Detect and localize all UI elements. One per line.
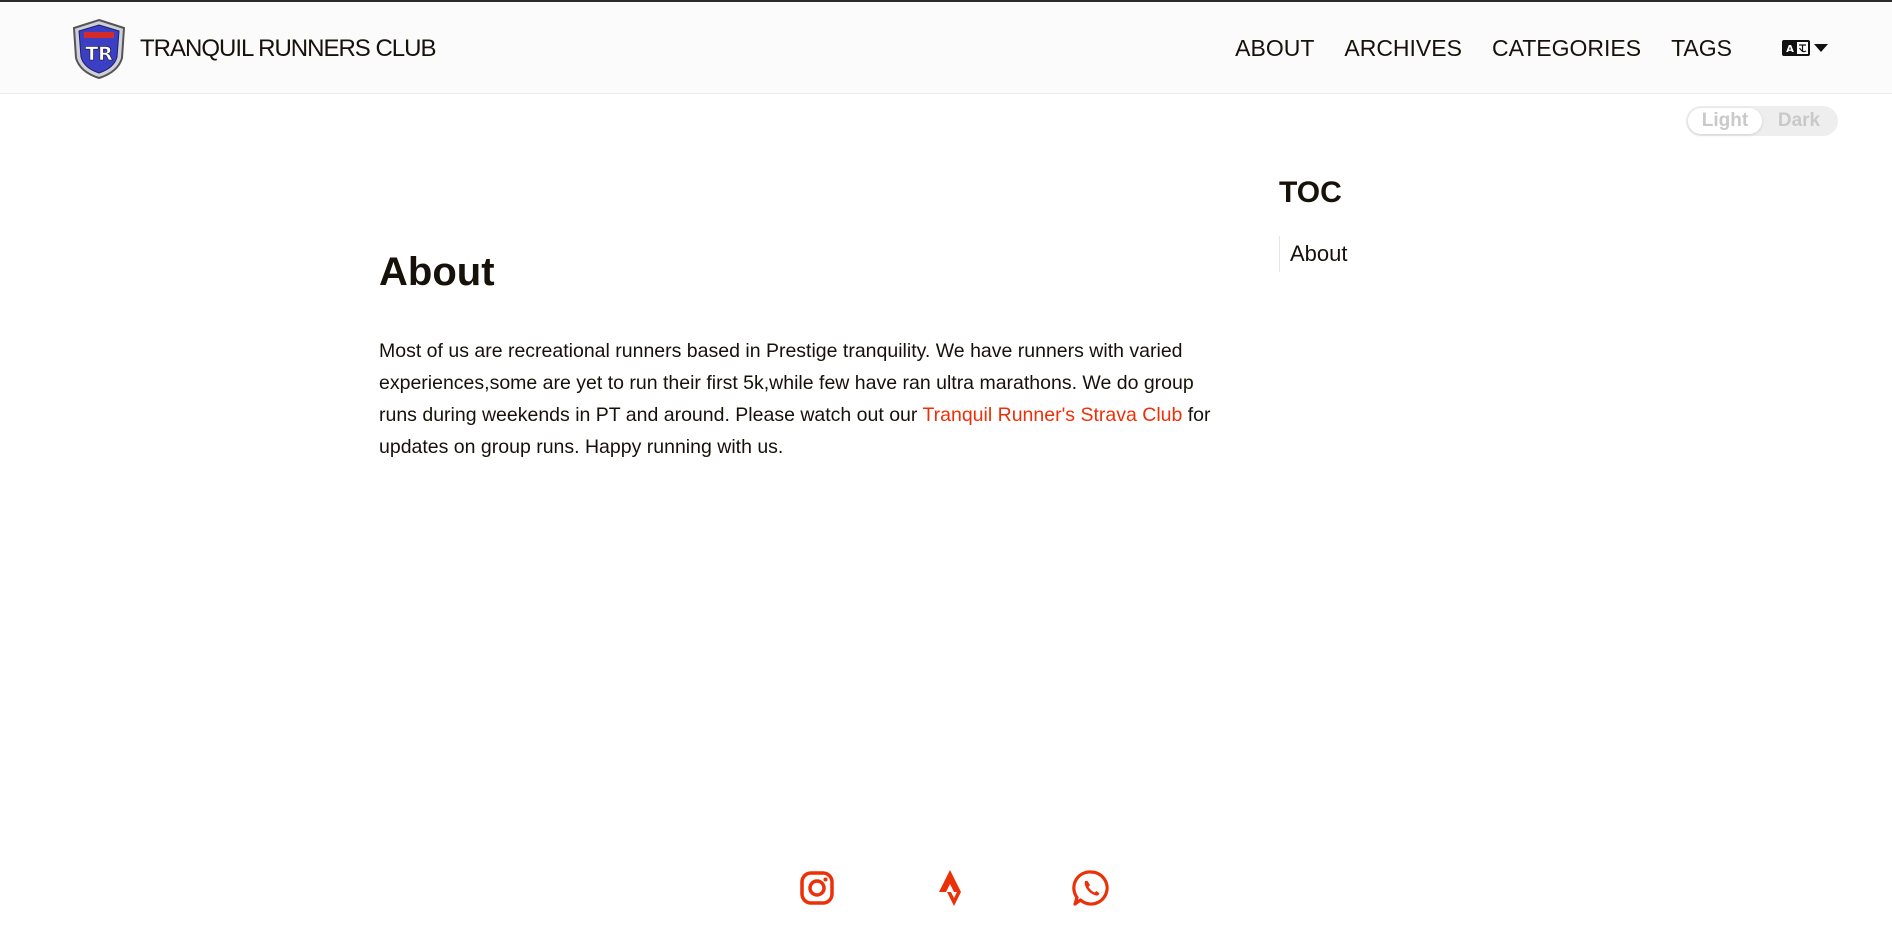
strava-club-link[interactable]: Tranquil Runner's Strava Club [922,404,1182,426]
strava-link[interactable] [933,868,973,908]
instagram-icon [800,871,834,905]
whatsapp-icon [1072,870,1109,906]
nav-archives[interactable]: ARCHIVES [1344,35,1462,62]
nav-about[interactable]: ABOUT [1235,35,1314,62]
nav-categories[interactable]: CATEGORIES [1492,35,1641,62]
main-nav: ABOUT ARCHIVES CATEGORIES TAGS A [1235,2,1892,94]
about-paragraph: Most of us are recreational runners base… [379,335,1229,463]
logo-letters: TR [85,43,113,65]
page-title: About [379,250,495,294]
instagram-link[interactable] [797,868,837,908]
theme-toggle[interactable]: Light Dark [1686,106,1838,136]
svg-text:A: A [1786,44,1794,55]
chevron-down-icon [1814,44,1828,52]
nav-tags[interactable]: TAGS [1671,35,1732,62]
site-title: TRANQUIL RUNNERS CLUB [140,35,436,62]
language-switcher[interactable]: A [1782,39,1828,57]
toc-list: About [1279,236,1579,272]
site-footer [0,860,1892,920]
theme-light-option[interactable]: Light [1688,108,1762,134]
whatsapp-link[interactable] [1071,868,1111,908]
toc-item-about[interactable]: About [1290,241,1348,266]
strava-icon [939,870,961,906]
toc-heading: TOC [1279,176,1342,209]
site-header: TR TRANQUIL RUNNERS CLUB ABOUT ARCHIVES … [0,2,1892,94]
table-of-contents: TOC About [1279,176,1579,272]
translate-icon: A [1782,40,1810,56]
site-brand-link[interactable]: TR TRANQUIL RUNNERS CLUB [70,18,436,80]
club-logo-icon: TR [72,18,126,80]
theme-dark-option[interactable]: Dark [1762,108,1836,134]
main-content: About Most of us are recreational runner… [379,250,1229,463]
